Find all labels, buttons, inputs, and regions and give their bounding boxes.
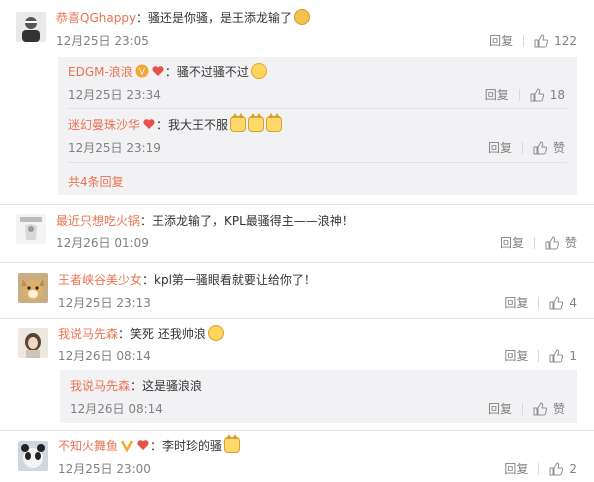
verified-badge-icon: V <box>135 64 149 78</box>
divider <box>0 204 594 205</box>
reply-button[interactable]: 回复 <box>500 234 524 251</box>
reply-button[interactable]: 回复 <box>504 347 528 364</box>
reply-actions: 回复 赞 <box>488 139 565 156</box>
divider <box>533 236 535 249</box>
heart-icon <box>152 66 164 76</box>
comment-line: 最近只想吃火锅：王添龙输了，KPL最骚得主——浪神！ <box>56 212 354 230</box>
avatar[interactable] <box>18 328 48 358</box>
timestamp: 12月25日 23:00 <box>58 462 151 476</box>
divider <box>68 162 567 163</box>
comment-line: 我说马先森：笑死 还我帅浪 <box>58 325 224 343</box>
reply-button[interactable]: 回复 <box>504 294 528 311</box>
like-count: 4 <box>569 295 577 310</box>
reply-button[interactable]: 回复 <box>488 139 512 156</box>
comment-line: 王者峡谷美少女：kpl第一骚眼看就要让给你了！ <box>58 271 316 289</box>
username[interactable]: 我说马先森 <box>58 327 118 341</box>
view-all-replies-link[interactable]: 共4条回复 <box>68 173 124 190</box>
comment-actions: 回复 4 <box>504 294 577 311</box>
comment-text: ：kpl第一骚眼看就要让给你了！ <box>142 273 316 287</box>
username[interactable]: 最近只想吃火锅 <box>56 214 140 228</box>
cat-emoji-icon <box>224 434 241 453</box>
timestamp: 12月25日 23:19 <box>68 141 161 155</box>
emoji-icon <box>250 63 267 79</box>
like-count: 2 <box>569 461 577 476</box>
reply-line: EDGM-浪浪 V ：骚不过骚不过 <box>68 63 267 81</box>
reply-button[interactable]: 回复 <box>489 32 513 49</box>
divider <box>521 141 523 154</box>
like-count: 18 <box>549 87 565 102</box>
reply-button[interactable]: 回复 <box>488 400 512 417</box>
divider <box>538 462 540 475</box>
comment-text: ：李时珍的骚 <box>150 439 223 453</box>
username[interactable]: 恭喜QGhappy <box>56 11 136 25</box>
verified-badge-icon <box>120 440 134 452</box>
like-label[interactable]: 赞 <box>553 400 565 417</box>
timestamp: 12月25日 23:34 <box>68 88 161 102</box>
cat-emoji-icon <box>248 113 265 132</box>
reply-text: ：我大王不服 <box>156 118 229 132</box>
divider <box>538 349 540 362</box>
comment-actions: 回复 122 <box>489 32 577 49</box>
thumb-up-icon[interactable] <box>533 140 547 155</box>
divider <box>538 296 540 309</box>
thumb-up-icon[interactable] <box>549 461 564 476</box>
divider <box>0 430 594 431</box>
divider <box>523 34 525 47</box>
username[interactable]: EDGM-浪浪 <box>68 65 133 79</box>
thumb-up-icon[interactable] <box>534 33 549 48</box>
cat-emoji-icon <box>230 113 247 132</box>
heart-icon <box>143 119 155 129</box>
timestamp: 12月26日 08:14 <box>58 349 151 363</box>
timestamp: 12月26日 01:09 <box>56 236 149 250</box>
timestamp: 12月25日 23:13 <box>58 296 151 310</box>
thumb-up-icon[interactable] <box>530 87 544 102</box>
timestamp: 12月26日 08:14 <box>70 402 163 416</box>
like-count: 1 <box>569 348 577 363</box>
thumb-up-icon[interactable] <box>545 235 559 250</box>
comment-actions: 回复 2 <box>504 460 577 477</box>
username[interactable]: 我说马先森 <box>70 379 130 393</box>
divider <box>0 262 594 263</box>
reply-actions: 回复 18 <box>485 86 565 103</box>
timestamp: 12月25日 23:05 <box>56 34 149 48</box>
reply-button[interactable]: 回复 <box>485 86 509 103</box>
thumb-up-icon[interactable] <box>549 348 564 363</box>
comment-actions: 回复 1 <box>504 347 577 364</box>
reply-text: ：这是骚浪浪 <box>130 379 203 393</box>
username[interactable]: 王者峡谷美少女 <box>58 273 142 287</box>
divider <box>68 108 567 109</box>
comment-line: 恭喜QGhappy：骚还是你骚，是王添龙输了 <box>56 9 311 27</box>
thumb-up-icon[interactable] <box>549 295 564 310</box>
divider <box>521 402 523 415</box>
avatar[interactable] <box>16 214 46 244</box>
avatar[interactable] <box>16 12 46 42</box>
comment-text: ：笑死 还我帅浪 <box>118 327 206 341</box>
emoji-icon <box>207 325 224 341</box>
divider <box>0 318 594 319</box>
reply-actions: 回复 赞 <box>488 400 565 417</box>
thumb-up-icon[interactable] <box>533 401 547 416</box>
avatar[interactable] <box>18 441 48 471</box>
svg-text:V: V <box>139 68 146 78</box>
cat-emoji-icon <box>266 113 283 132</box>
comment-text: ：骚还是你骚，是王添龙输了 <box>136 11 293 25</box>
username[interactable]: 不知火舞鱼 <box>58 439 118 453</box>
username[interactable]: 迷幻曼珠沙华 <box>68 118 140 132</box>
emoji-icon <box>294 9 311 25</box>
like-label[interactable]: 赞 <box>565 234 577 251</box>
avatar[interactable] <box>18 273 48 303</box>
reply-line: 迷幻曼珠沙华 ：我大王不服 <box>68 113 283 134</box>
like-count: 122 <box>554 33 577 48</box>
comment-actions: 回复 赞 <box>500 234 577 251</box>
heart-icon <box>137 440 149 450</box>
reply-text: ：骚不过骚不过 <box>164 65 249 79</box>
comment-line: 不知火舞鱼 ：李时珍的骚 <box>58 434 241 455</box>
comment-text: ：王添龙输了，KPL最骚得主——浪神！ <box>140 214 354 228</box>
like-label[interactable]: 赞 <box>553 139 565 156</box>
reply-button[interactable]: 回复 <box>504 460 528 477</box>
divider <box>518 88 520 101</box>
reply-line: 我说马先森：这是骚浪浪 <box>70 377 202 395</box>
